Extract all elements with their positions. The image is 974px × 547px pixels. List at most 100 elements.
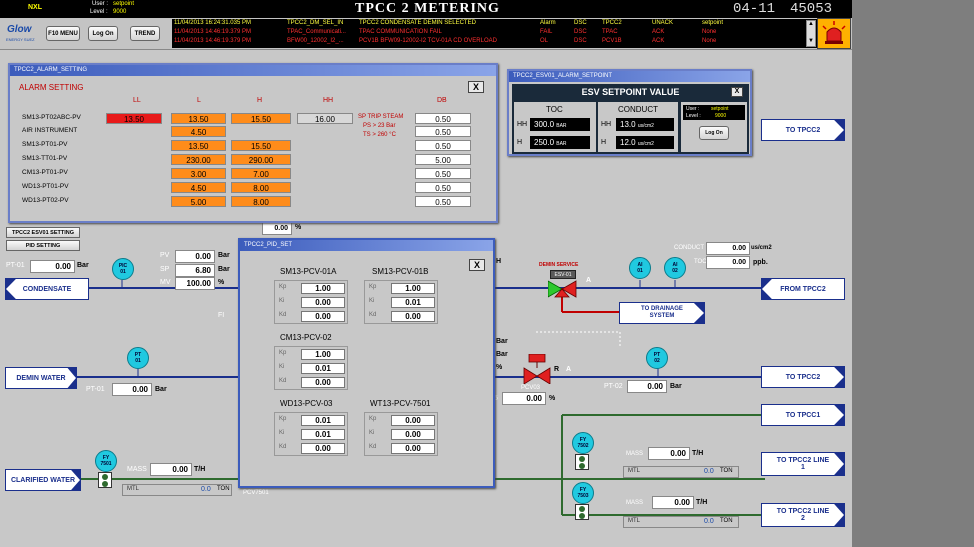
mtl-7501-unit: TON xyxy=(217,486,230,492)
alarm-cell-l[interactable]: 230.00 xyxy=(171,154,226,165)
alarm-cell-l[interactable]: 4.50 xyxy=(171,182,226,193)
fy7503-tag-line2: 7503 xyxy=(577,493,589,499)
alarm-cell-db[interactable]: 0.50 xyxy=(415,140,471,151)
pid-ki-value[interactable]: 0.01 xyxy=(301,363,345,374)
alarm-cell-l[interactable]: 13.50 xyxy=(171,140,226,151)
alarm-cell-db[interactable]: 0.50 xyxy=(415,182,471,193)
ai01-tag[interactable]: AI 01 xyxy=(629,257,651,279)
pid-kp-label: Kp xyxy=(369,284,377,290)
pt01-tag[interactable]: PT 01 xyxy=(127,347,149,369)
pid-kd-value[interactable]: 0.00 xyxy=(391,443,435,454)
to-tpcc2-mid-label[interactable]: TO TPCC2 xyxy=(762,367,844,387)
pid-kp-value[interactable]: 0.01 xyxy=(301,415,345,426)
alarm-cell-db[interactable]: 0.50 xyxy=(415,126,471,137)
alarm-cell-l[interactable]: 13.50 xyxy=(171,113,226,124)
alarm-cell-h[interactable]: 15.50 xyxy=(231,113,291,124)
demin-water-label[interactable]: DEMIN WATER xyxy=(6,368,76,388)
pid-group: Kp 0.01 Ki 0.01 Kd 0.00 xyxy=(274,412,348,456)
alarm-cell-db[interactable]: 0.50 xyxy=(415,196,471,207)
esv-toc-label: TOC xyxy=(546,105,563,114)
mv-value: 100.00 xyxy=(175,277,215,290)
pid-kp-value[interactable]: 1.00 xyxy=(301,349,345,360)
alarm-cell-ll[interactable]: 13.50 xyxy=(106,113,162,124)
toc-value: 0.00 xyxy=(706,256,750,269)
pid-ki-label: Ki xyxy=(369,298,375,304)
pid-kd-value[interactable]: 0.00 xyxy=(391,311,435,322)
fy7501-tag[interactable]: FY 7501 xyxy=(95,450,117,472)
alarm-cell-l[interactable]: 3.00 xyxy=(171,168,226,179)
esv01-setting-button[interactable]: TPCC2 ESV01 SETTING xyxy=(6,227,80,238)
to-tpcc2-top-label[interactable]: TO TPCC2 xyxy=(762,120,844,140)
esv-log-on-button[interactable]: Log On xyxy=(699,126,729,140)
partial-h-label: H xyxy=(496,258,502,265)
sp-value[interactable]: 6.80 xyxy=(175,264,215,277)
pcv03-value: 0.00 xyxy=(502,392,546,405)
alarm-cell-db[interactable]: 0.50 xyxy=(415,168,471,179)
mass-7501-label: MASS xyxy=(127,466,147,473)
alarm-row-tag: CM13-PT01-PV xyxy=(22,169,68,176)
toc-label: TOC xyxy=(694,259,707,265)
alarm-cell-db[interactable]: 0.50 xyxy=(415,113,471,124)
to-tpcc2-line2-label[interactable]: TO TPCC2 LINE 2 xyxy=(762,504,844,526)
pt02-tag[interactable]: PT 02 xyxy=(646,347,668,369)
esv-panel: ESV SETPOINT VALUE X TOC HH 300.0 BAR H … xyxy=(512,84,749,154)
flow-meter-7503 xyxy=(575,504,589,520)
conduct-unit: us/cm2 xyxy=(751,245,772,251)
clarified-water-label[interactable]: CLARIFIED WATER xyxy=(6,470,80,490)
bar-label-2: Bar xyxy=(496,351,508,358)
alarm-cell-h[interactable]: 8.00 xyxy=(231,196,291,207)
sp-trip-note-3: TS > 260 °C xyxy=(363,132,396,138)
esv-close-button[interactable]: X xyxy=(731,87,743,97)
pcv03-valve-icon[interactable] xyxy=(522,354,552,384)
pid-ki-value[interactable]: 0.00 xyxy=(301,297,345,308)
alarm-cell-h[interactable]: 15.50 xyxy=(231,140,291,151)
alarm-cell-h[interactable]: 7.00 xyxy=(231,168,291,179)
esv-cond-hh-value[interactable]: 13.0 us/cm2 xyxy=(616,118,674,131)
pid-kp-value[interactable]: 1.00 xyxy=(301,283,345,294)
alarm-setting-heading: ALARM SETTING xyxy=(19,83,84,92)
esv-toc-h-unit: BAR xyxy=(556,141,567,147)
esv-window-title: TPCC2_ESV01_ALARM_SETPOINT xyxy=(509,71,750,82)
pid-ki-value[interactable]: 0.01 xyxy=(301,429,345,440)
alarm-cell-hh[interactable]: 16.00 xyxy=(297,113,353,124)
esv-level-value: 9000 xyxy=(715,113,727,119)
pid-kd-value[interactable]: 0.00 xyxy=(301,311,345,322)
esv-toc-h-value[interactable]: 250.0 BAR xyxy=(530,136,590,149)
alarm-cell-h[interactable]: 290.00 xyxy=(231,154,291,165)
esv-cond-h-value[interactable]: 12.0 us/cm2 xyxy=(616,136,674,149)
alarm-cell-db[interactable]: 5.00 xyxy=(415,154,471,165)
scada-screen: NXL User : setpoint Level : 9000 TPCC 2 … xyxy=(0,0,852,547)
esv-toc-hh-value[interactable]: 300.0 BAR xyxy=(530,118,590,131)
pid-kd-value[interactable]: 0.00 xyxy=(301,443,345,454)
fy7503-tag[interactable]: FY 7503 xyxy=(572,482,594,504)
pid-window-close-button[interactable]: X xyxy=(469,259,485,271)
mass-7503-label: MASS xyxy=(626,500,644,506)
ai02-tag[interactable]: AI 02 xyxy=(664,257,686,279)
demin-service-label: DEMIN SERVICE xyxy=(539,262,579,268)
mv-unit: % xyxy=(218,279,225,286)
alarm-cell-h[interactable]: 8.00 xyxy=(231,182,291,193)
pid-ki-value[interactable]: 0.01 xyxy=(391,297,435,308)
pcv03-valve-r: R xyxy=(554,366,560,373)
esv01-valve-icon[interactable] xyxy=(548,280,578,298)
alarm-cell-l[interactable]: 4.50 xyxy=(171,126,226,137)
from-tpcc2-label[interactable]: FROM TPCC2 xyxy=(762,279,844,299)
condensate-label[interactable]: CONDENSATE xyxy=(6,279,88,299)
pid-kp-value[interactable]: 0.00 xyxy=(391,415,435,426)
to-drainage-label[interactable]: TO DRAINAGE SYSTEM xyxy=(620,303,704,323)
flow-meter-7503-top-icon xyxy=(579,506,585,512)
pid-ki-value[interactable]: 0.00 xyxy=(391,429,435,440)
pcv03-valve-a: A xyxy=(566,366,572,373)
pic01-tag[interactable]: PIC 01 xyxy=(112,258,134,280)
pcv03-label: PCV03 xyxy=(521,385,541,391)
pid-kd-value[interactable]: 0.00 xyxy=(301,377,345,388)
esv01-label[interactable]: ESV-01 xyxy=(550,270,576,279)
fy7502-tag[interactable]: FY 7502 xyxy=(572,432,594,454)
mtl-7503-value: 0.0 xyxy=(704,518,714,525)
alarm-cell-l[interactable]: 5.00 xyxy=(171,196,226,207)
alarm-window-close-button[interactable]: X xyxy=(468,81,484,93)
to-tpcc2-line1-label[interactable]: TO TPCC2 LINE 1 xyxy=(762,453,844,475)
pid-setting-button[interactable]: PID SETTING xyxy=(6,240,80,251)
to-tpcc1-label[interactable]: TO TPCC1 xyxy=(762,405,844,425)
pid-kp-value[interactable]: 1.00 xyxy=(391,283,435,294)
